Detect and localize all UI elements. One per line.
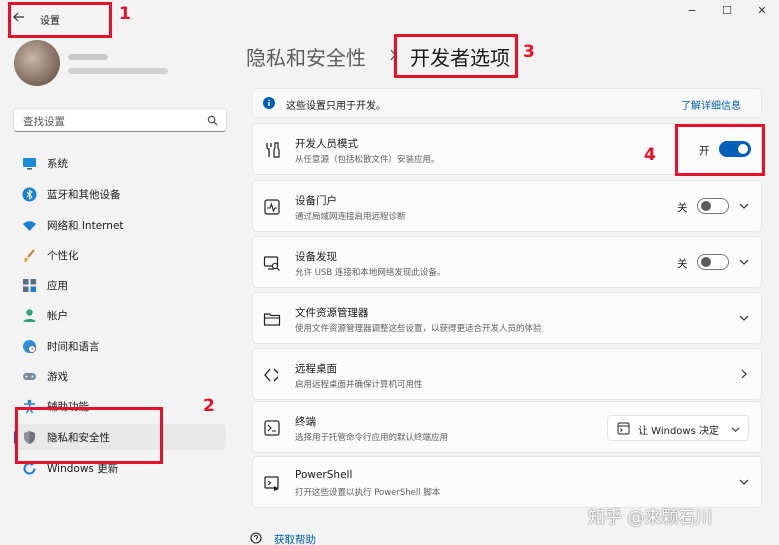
card-device-portal[interactable]: 设备门户 通过局域网连接启用远程诊断 关 <box>252 180 762 232</box>
minimize-button[interactable]: − <box>678 4 706 20</box>
card-title: PowerShell <box>295 469 353 481</box>
device-discovery-toggle[interactable] <box>697 254 729 270</box>
watermark: 知乎 @来颗石川 <box>588 508 713 528</box>
chevron-down-icon[interactable] <box>739 477 749 487</box>
card-file-explorer[interactable]: 文件资源管理器 使用文件资源管理器调整这些设置，以获得更适合开发人员的体验 <box>252 292 762 344</box>
learn-more-link[interactable]: 了解详细信息 <box>681 97 741 112</box>
maximize-button[interactable]: ☐ <box>713 4 741 20</box>
card-desc: 选择用于托管命令行应用的默认终端应用 <box>295 433 449 443</box>
remote-desktop-icon <box>264 368 279 382</box>
sidebar-item-personalization[interactable]: 个性化 <box>14 242 226 268</box>
folder-icon <box>263 313 281 326</box>
toggle-state-label: 关 <box>677 202 688 214</box>
annotation-number-4: 4 <box>644 145 656 165</box>
annotation-box-4 <box>675 124 765 176</box>
card-title: 设备门户 <box>295 195 337 207</box>
chevron-right-icon[interactable] <box>739 369 749 379</box>
device-portal-toggle[interactable] <box>697 198 729 214</box>
card-desc: 通过局域网连接启用远程诊断 <box>295 212 406 222</box>
card-desc: 打开这些设置以执行 PowerShell 脚本 <box>295 488 441 498</box>
gamepad-icon <box>23 373 36 380</box>
sidebar-item-network[interactable]: 网络和 Internet <box>14 212 226 238</box>
sidebar-item-label: 时间和语言 <box>47 341 100 353</box>
sidebar-item-label: 系统 <box>47 158 68 170</box>
card-desc: 启用远程桌面并确保计算机可用性 <box>295 380 423 390</box>
globe-clock-icon <box>23 340 36 353</box>
powershell-icon <box>264 476 279 491</box>
card-desc: 使用文件资源管理器调整这些设置，以获得更适合开发人员的体验 <box>295 324 542 334</box>
sidebar-item-label: 蓝牙和其他设备 <box>47 189 121 201</box>
search-input[interactable]: 查找设置 <box>23 114 65 129</box>
annotation-box-1 <box>8 2 112 38</box>
annotation-number-3: 3 <box>523 42 535 62</box>
user-email-blurred <box>68 68 168 74</box>
card-title: 开发人员模式 <box>295 138 358 150</box>
sidebar-item-label: 网络和 Internet <box>47 220 124 232</box>
breadcrumb-parent[interactable]: 隐私和安全性 <box>246 42 366 71</box>
card-remote-desktop[interactable]: 远程桌面 启用远程桌面并确保计算机可用性 <box>252 348 762 400</box>
monitor-icon <box>23 158 36 170</box>
sidebar-item-gaming[interactable]: 游戏 <box>14 363 226 389</box>
person-icon <box>23 309 36 322</box>
chevron-down-icon[interactable] <box>739 201 749 211</box>
card-desc: 允许 USB 连接和本地网络发现此设备。 <box>295 268 446 278</box>
annotation-number-1: 1 <box>119 4 131 24</box>
sidebar-item-label: 个性化 <box>47 250 79 262</box>
card-device-discovery[interactable]: 设备发现 允许 USB 连接和本地网络发现此设备。 关 <box>252 236 762 288</box>
terminal-icon <box>264 420 280 436</box>
annotation-box-3 <box>394 34 518 78</box>
card-title: 远程桌面 <box>295 363 337 375</box>
get-help-link[interactable]: 获取帮助 <box>274 532 316 545</box>
close-button[interactable]: ✕ <box>748 4 776 20</box>
search-icon <box>207 115 218 126</box>
device-discovery-icon <box>263 256 280 271</box>
terminal-select[interactable]: 让 Windows 决定 <box>607 415 749 441</box>
annotation-number-2: 2 <box>203 396 215 416</box>
user-name-blurred <box>68 54 108 60</box>
info-icon <box>263 97 275 109</box>
help-icon <box>250 532 262 544</box>
terminal-app-icon <box>617 422 630 435</box>
toggle-state-label: 关 <box>677 258 688 270</box>
sidebar-item-label: 应用 <box>47 280 68 292</box>
sidebar-item-label: 帐户 <box>47 310 68 322</box>
sidebar-item-time-language[interactable]: 时间和语言 <box>14 333 226 359</box>
bluetooth-icon <box>22 187 37 202</box>
sidebar-item-accounts[interactable]: 帐户 <box>14 302 226 328</box>
card-terminal[interactable]: 终端 选择用于托管命令行应用的默认终端应用 让 Windows 决定 <box>252 401 762 453</box>
avatar <box>14 40 60 86</box>
brush-icon <box>24 249 35 262</box>
chevron-down-icon[interactable] <box>739 257 749 267</box>
chevron-down-icon <box>731 427 740 433</box>
info-text: 这些设置只用于开发。 <box>286 101 386 112</box>
developer-tools-icon <box>266 142 280 158</box>
sidebar-item-bluetooth[interactable]: 蓝牙和其他设备 <box>14 181 226 207</box>
sidebar-item-system[interactable]: 系统 <box>14 150 226 176</box>
card-title: 设备发现 <box>295 251 337 263</box>
title-bar: 设置 − ☐ ✕ <box>0 0 779 34</box>
wifi-icon <box>23 221 36 231</box>
device-portal-icon <box>264 199 280 215</box>
sidebar-item-apps[interactable]: 应用 <box>14 272 226 298</box>
annotation-box-2 <box>15 407 163 464</box>
terminal-select-value: 让 Windows 决定 <box>638 426 719 437</box>
card-powershell[interactable]: PowerShell 打开这些设置以执行 PowerShell 脚本 <box>252 456 762 508</box>
search-box[interactable]: 查找设置 <box>13 108 227 132</box>
card-desc: 从任意源（包括松散文件）安装应用。 <box>295 155 440 165</box>
info-bar: 这些设置只用于开发。 了解详细信息 <box>252 88 762 118</box>
apps-icon <box>23 279 36 292</box>
card-title: 文件资源管理器 <box>295 307 369 319</box>
card-title: 终端 <box>295 416 316 428</box>
chevron-down-icon[interactable] <box>739 313 749 323</box>
sidebar-item-label: 游戏 <box>47 371 68 383</box>
